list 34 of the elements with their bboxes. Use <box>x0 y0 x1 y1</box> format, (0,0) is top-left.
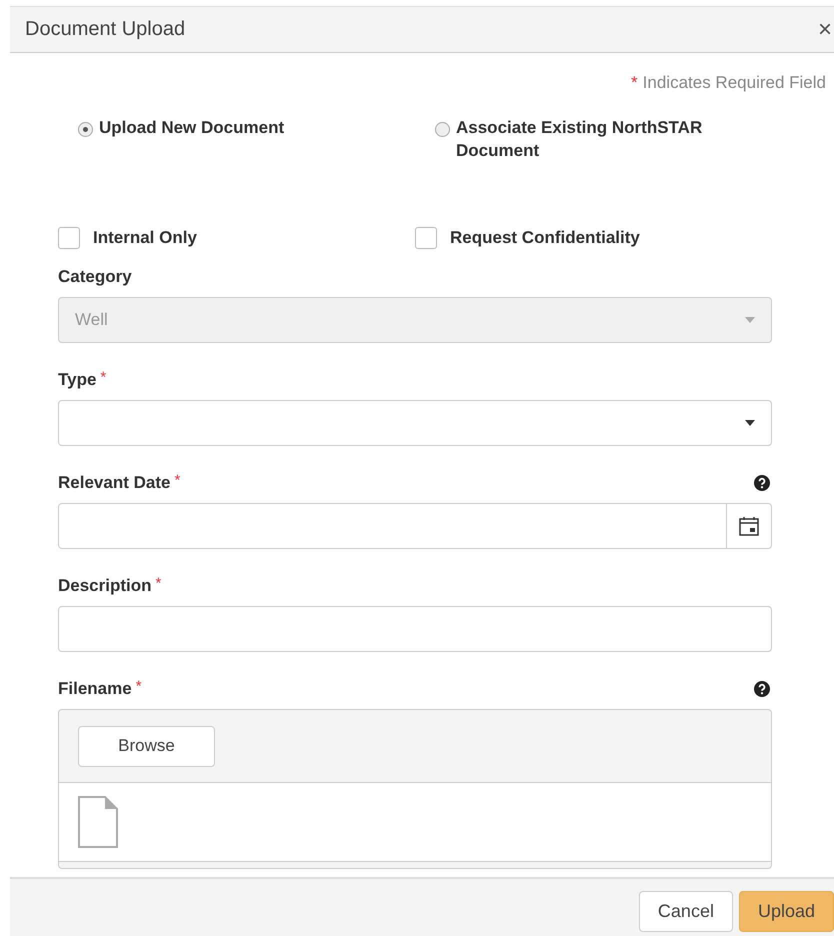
field-label: Description <box>58 576 152 596</box>
upload-button[interactable]: Upload <box>738 891 834 932</box>
required-asterisk: * <box>156 575 162 592</box>
required-legend: Indicates Required Field <box>642 73 826 93</box>
dropdown-value: Well <box>75 310 108 330</box>
radio-label: Associate Existing NorthSTAR Document <box>456 117 704 162</box>
checkbox[interactable] <box>58 227 80 249</box>
window-title: Document Upload <box>25 18 186 41</box>
browse-button[interactable]: Browse <box>78 726 215 766</box>
dropdown[interactable] <box>58 400 772 446</box>
field-label: Category <box>58 266 132 286</box>
required-asterisk: * <box>136 678 142 695</box>
checkbox[interactable] <box>415 227 437 249</box>
input-field[interactable] <box>58 606 772 652</box>
checkbox-label: Internal Only <box>93 228 197 248</box>
field-label: Filename <box>58 678 132 698</box>
calendar-icon <box>739 516 759 536</box>
radio-label: Upload New Document <box>99 117 284 139</box>
checkbox-label: Request Confidentiality <box>450 228 640 248</box>
required-asterisk: * <box>174 472 180 489</box>
caret-icon <box>745 317 755 323</box>
date-field[interactable] <box>58 503 772 549</box>
help-icon[interactable] <box>754 474 770 490</box>
caret-icon <box>745 420 755 426</box>
required-asterisk: * <box>100 369 106 386</box>
field-label: Type <box>58 370 96 390</box>
file-icon <box>78 796 118 848</box>
radio-button[interactable] <box>435 122 450 137</box>
cancel-button[interactable]: Cancel <box>638 891 733 932</box>
help-icon[interactable] <box>754 680 770 696</box>
field-label: Relevant Date <box>58 472 170 492</box>
close-button[interactable]: × <box>816 18 834 42</box>
radio-button[interactable] <box>78 122 93 137</box>
required-asterisk: * <box>631 73 638 93</box>
